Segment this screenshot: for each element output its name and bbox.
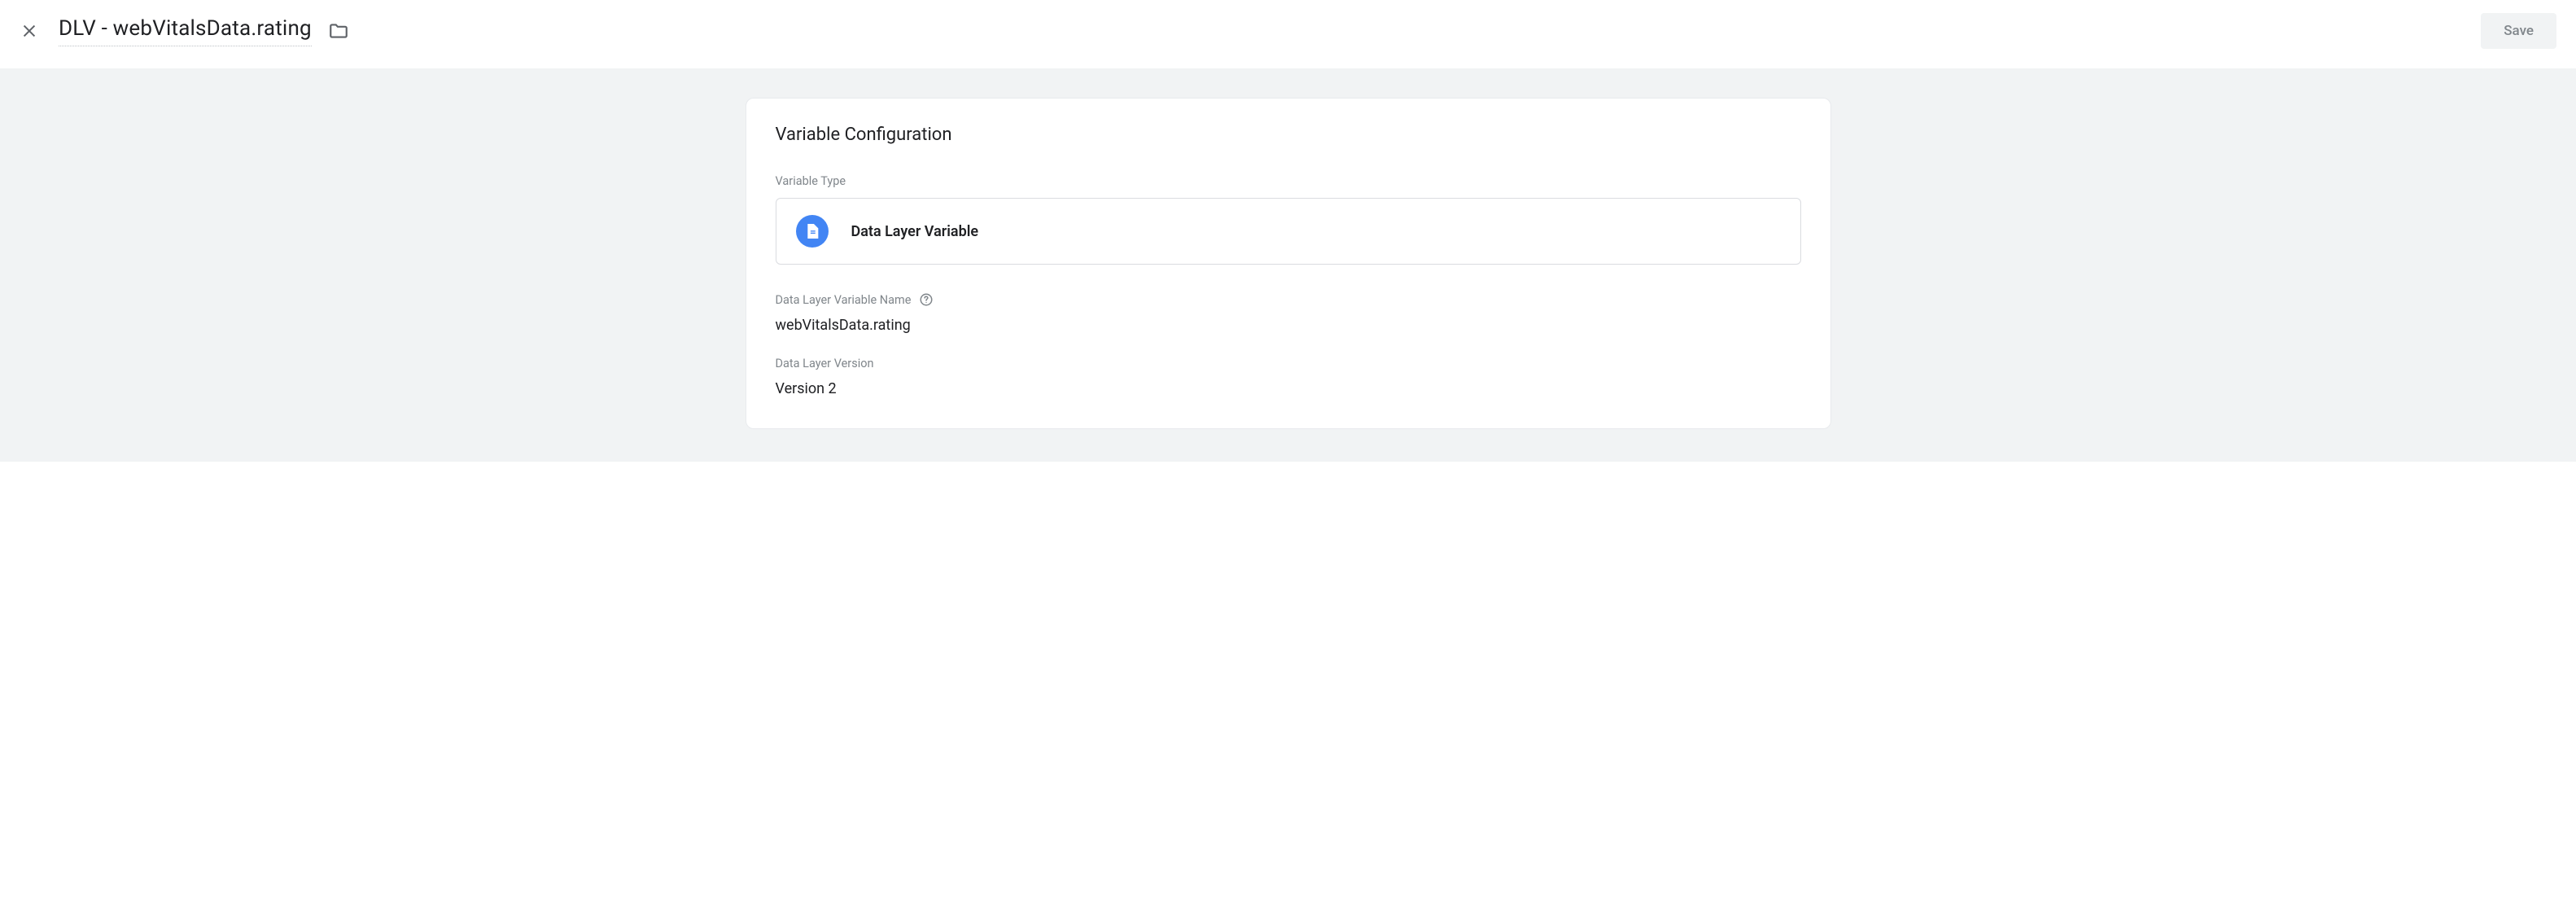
config-card: Variable Configuration Variable Type Dat… [746, 98, 1831, 429]
save-button[interactable]: Save [2481, 13, 2556, 49]
version-value: Version 2 [776, 380, 1801, 397]
variable-name-label: Data Layer Variable Name [776, 292, 1801, 307]
version-label: Data Layer Version [776, 357, 1801, 370]
variable-name-label-text: Data Layer Variable Name [776, 293, 912, 307]
document-icon [796, 215, 829, 248]
card-title: Variable Configuration [776, 125, 1801, 145]
variable-type-value: Data Layer Variable [851, 223, 979, 240]
version-field: Data Layer Version Version 2 [776, 357, 1801, 397]
folder-icon[interactable] [328, 20, 349, 42]
variable-name-field: Data Layer Variable Name webVitalsData.r… [776, 292, 1801, 334]
title-wrap: DLV - webVitalsData.rating [59, 16, 349, 46]
variable-type-label: Variable Type [776, 174, 1801, 188]
variable-name-value: webVitalsData.rating [776, 317, 1801, 334]
variable-type-selector[interactable]: Data Layer Variable [776, 198, 1801, 265]
help-icon[interactable] [919, 292, 934, 307]
close-icon[interactable] [20, 21, 39, 41]
content-area: Variable Configuration Variable Type Dat… [0, 68, 2576, 462]
header-left: DLV - webVitalsData.rating [20, 16, 349, 46]
page-title[interactable]: DLV - webVitalsData.rating [59, 16, 312, 46]
header: DLV - webVitalsData.rating Save [0, 0, 2576, 68]
